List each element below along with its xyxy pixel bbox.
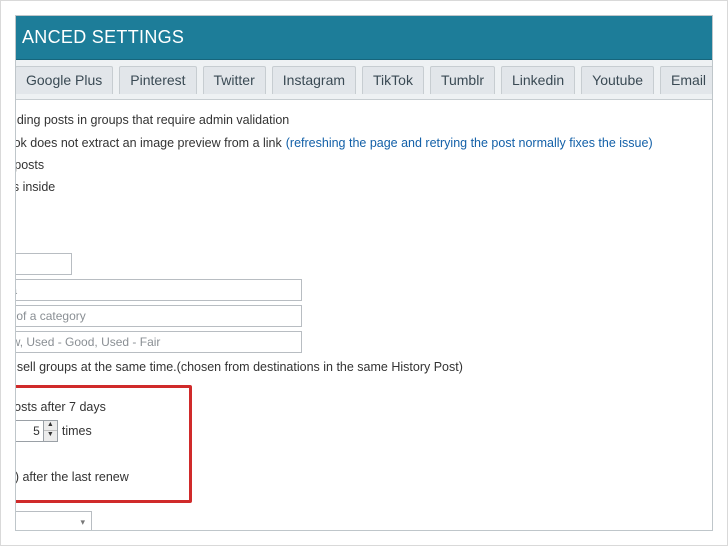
renew-line3: to Post List) after the last renew [15,468,181,486]
blank-input[interactable] [15,253,72,275]
chevron-down-icon: ▾ [80,516,85,529]
panel-header: ANCED SETTINGS [16,16,712,60]
outer-frame: ANCED SETTINGS k Google Plus Pinterest T… [0,0,728,546]
condition-row [15,331,700,353]
text-extract-hint: (refreshing the page and retrying the po… [286,134,653,152]
sellgroups-row: and 2 ▲▼ sell groups at the same time.(c… [15,357,700,379]
tab-youtube[interactable]: Youtube [581,66,654,94]
tab-pinterest[interactable]: Pinterest [119,66,196,94]
text-extract-a: ost if Facebook does not extract an imag… [15,134,282,152]
panel-title: ANCED SETTINGS [22,27,184,48]
tab-google-plus[interactable]: Google Plus [15,66,113,94]
background-combo[interactable]: ckground ▾ [15,511,92,531]
renew-stepper-2[interactable]: 5 ▲▼ [15,420,58,442]
renew-value-2: 5 [15,421,43,441]
renew-heading: rketplace posts after 7 days [15,398,181,416]
line-tags: ags [15,200,700,218]
renew-line2: last renew [15,446,181,464]
tab-tiktok[interactable]: TikTok [362,66,424,94]
line-links: osts with links inside [15,178,700,196]
tab-body: pending posts in groups that require adm… [15,102,706,524]
line-fbposts: m Facebook posts [15,156,700,174]
condition-input[interactable] [15,331,302,353]
sellgroups-post: sell groups at the same time.(chosen fro… [17,358,463,376]
location-input[interactable] [15,279,302,301]
tab-tumblr[interactable]: Tumblr [430,66,495,94]
location-row [15,279,700,301]
tabs-bar: k Google Plus Pinterest Twitter Instagra… [16,60,712,100]
background-row: ckground ▾ [15,511,700,531]
tab-linkedin[interactable]: Linkedin [501,66,575,94]
renew-controls: ▲▼ and 5 ▲▼ times [15,420,181,442]
tab-instagram[interactable]: Instagram [272,66,356,94]
tab-twitter[interactable]: Twitter [203,66,266,94]
line-extract: ost if Facebook does not extract an imag… [15,134,700,152]
pending-row: pending posts in groups that require adm… [15,110,700,130]
renew-unit: times [62,422,92,440]
category-input[interactable] [15,305,302,327]
settings-panel: ANCED SETTINGS k Google Plus Pinterest T… [15,15,713,531]
renew-highlight: rketplace posts after 7 days ▲▼ and 5 ▲▼… [15,385,192,503]
category-row [15,305,700,327]
stepper-buttons-2[interactable]: ▲▼ [43,421,57,441]
tabs: k Google Plus Pinterest Twitter Instagra… [15,66,713,94]
blank-input-row [15,253,700,275]
tab-email[interactable]: Email [660,66,713,94]
pending-label: pending posts in groups that require adm… [15,111,289,129]
